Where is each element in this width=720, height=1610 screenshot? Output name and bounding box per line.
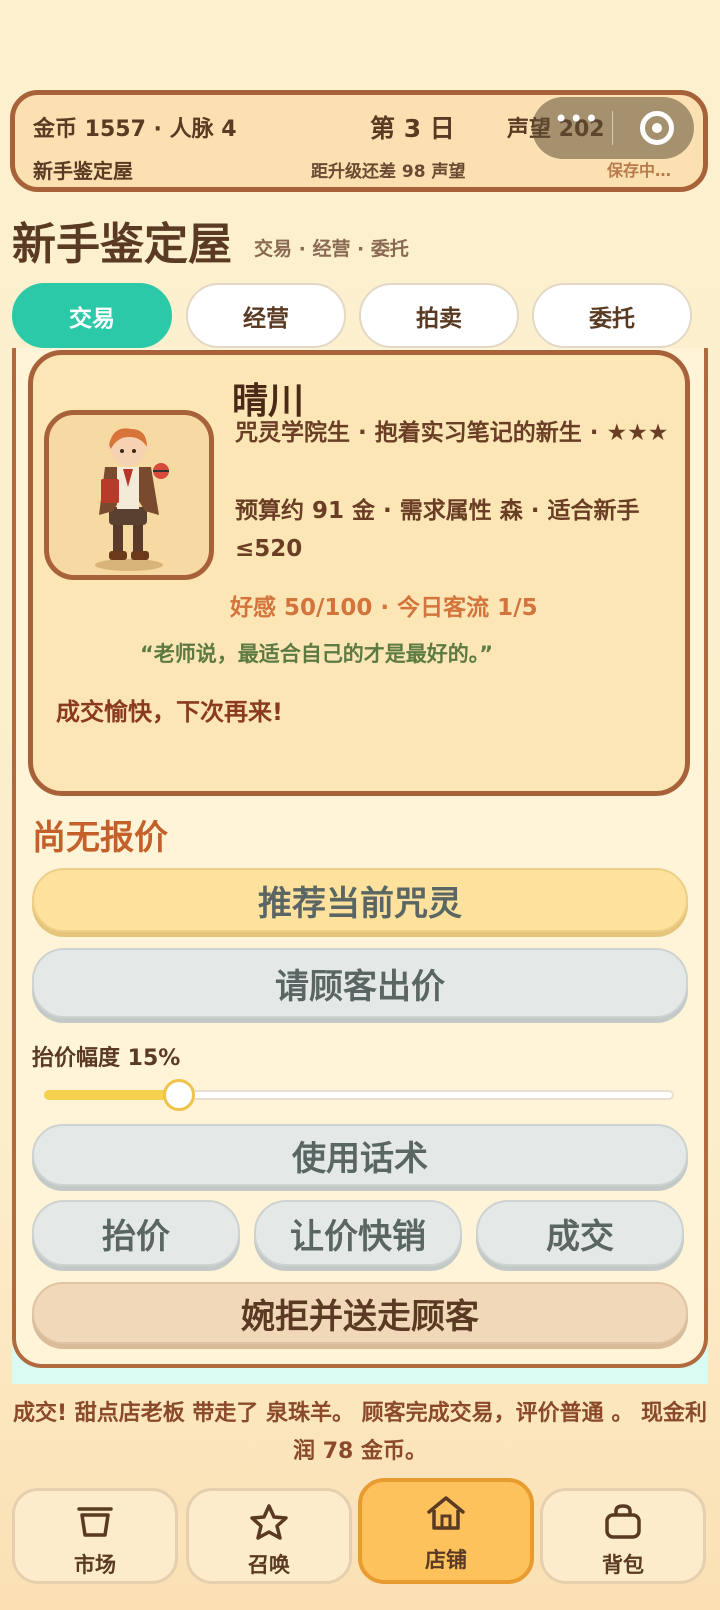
nav-market[interactable]: 市场 [12,1488,178,1584]
deal-message: 成交愉快，下次再来! [56,698,283,726]
capsule-menu: ••• [532,97,694,159]
raise-percent-label: 抬价幅度 15% [32,1046,181,1071]
star-icon [249,1503,289,1545]
discount-sell-button[interactable]: 让价快销 [254,1200,462,1266]
deal-button[interactable]: 成交 [476,1200,684,1266]
day-counter: 第 3 日 [370,114,455,143]
nav-summon[interactable]: 召唤 [186,1488,352,1584]
ask-price-button[interactable]: 请顾客出价 [32,948,688,1018]
more-dots-icon[interactable]: ••• [554,105,599,133]
nav-bag[interactable]: 背包 [540,1488,706,1584]
bag-icon [603,1503,643,1545]
customer-portrait [44,410,214,580]
customer-description: 咒灵学院生 · 抱着实习笔记的新生 · ★★★ [235,420,669,446]
gold-connections: 金币 1557 · 人脉 4 [33,117,237,142]
save-status: 保存中… [607,161,672,180]
house-icon [425,1494,467,1536]
customer-quote: “老师说，最适合自己的才是最好的。” [140,642,494,666]
nav-label: 背包 [602,1553,644,1577]
basket-icon [75,1503,115,1543]
customer-budget: 预算约 91 金 · 需求属性 森 · 适合新手≤520 [235,498,640,562]
trade-log: 成交! 甜点店老板 带走了 泉珠羊。 顾客完成交易，评价普通 。 现金利润 78… [13,1401,707,1464]
page-subtitle: 交易 · 经营 · 委托 [254,238,409,260]
nav-label: 召唤 [248,1553,290,1577]
decline-button[interactable]: 婉拒并送走顾客 [32,1282,688,1344]
nav-label: 市场 [74,1553,116,1577]
target-close-icon[interactable] [640,111,674,145]
recommend-button[interactable]: 推荐当前咒灵 [32,868,688,932]
shop-level-name: 新手鉴定屋 [33,159,133,183]
nav-label: 店铺 [425,1548,467,1572]
next-level-hint: 距升级还差 98 声望 [311,162,466,182]
use-talk-button[interactable]: 使用话术 [32,1124,688,1186]
nav-shop[interactable]: 店铺 [358,1478,534,1584]
capsule-divider [612,111,613,145]
raise-slider-handle[interactable] [163,1079,195,1111]
offer-status: 尚无报价 [32,818,168,858]
tab-operate[interactable]: 经营 [186,283,346,348]
raise-price-button[interactable]: 抬价 [32,1200,240,1266]
customer-favor: 好感 50/100 · 今日客流 1/5 [230,595,538,621]
tab-trade[interactable]: 交易 [12,283,172,348]
raise-slider-fill [44,1090,179,1100]
page-title: 新手鉴定屋 [12,219,232,270]
tab-auction[interactable]: 拍卖 [359,283,519,348]
tab-commission[interactable]: 委托 [532,283,692,348]
